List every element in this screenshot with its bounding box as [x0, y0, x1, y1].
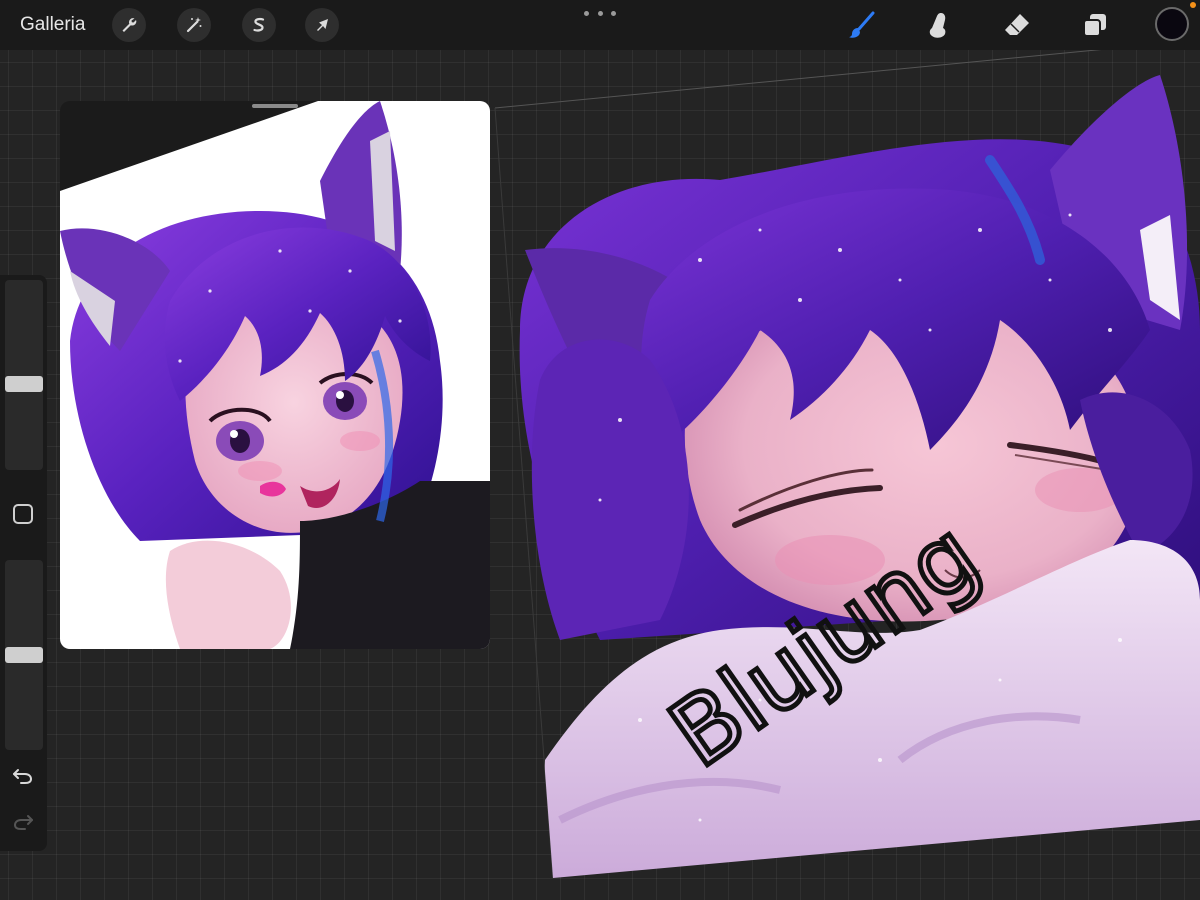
left-sidebar: [0, 275, 47, 851]
reference-window[interactable]: [60, 101, 490, 649]
brush-opacity-slider-thumb[interactable]: [5, 647, 43, 663]
gallery-button[interactable]: Galleria: [20, 12, 85, 38]
eraser-icon: [1005, 14, 1029, 35]
smudge-finger-icon: [929, 13, 946, 38]
notification-dot: [1190, 2, 1196, 8]
selection-s-icon: [253, 17, 265, 32]
color-picker-button[interactable]: [1155, 7, 1189, 41]
layers-button[interactable]: [1078, 8, 1112, 42]
arrow-cursor-icon: [317, 19, 328, 31]
reference-window-grabber[interactable]: [252, 104, 298, 108]
top-toolbar: Galleria: [0, 0, 1200, 50]
procreate-app: Blujung Galleria: [0, 0, 1200, 900]
selection-button[interactable]: [242, 8, 276, 42]
smudge-tool-button[interactable]: [922, 8, 956, 42]
reference-image: [60, 101, 490, 649]
brush-size-slider[interactable]: [5, 280, 43, 470]
layers-icon: [1083, 14, 1106, 37]
transform-button[interactable]: [305, 8, 339, 42]
more-dots-icon[interactable]: [584, 4, 616, 22]
magic-wand-icon: [186, 17, 202, 33]
brush-tool-button[interactable]: [845, 8, 879, 42]
redo-arrow-icon: [13, 815, 33, 830]
actions-button[interactable]: [112, 8, 146, 42]
redo-button[interactable]: [10, 811, 36, 833]
square-outline-icon[interactable]: [13, 504, 33, 524]
undo-button[interactable]: [10, 765, 36, 787]
wrench-icon: [122, 18, 137, 32]
undo-arrow-icon: [13, 769, 33, 784]
brush-size-slider-thumb[interactable]: [5, 376, 43, 392]
eraser-tool-button[interactable]: [1000, 8, 1034, 42]
brush-icon: [849, 11, 875, 38]
brush-opacity-slider[interactable]: [5, 560, 43, 750]
adjustments-button[interactable]: [177, 8, 211, 42]
